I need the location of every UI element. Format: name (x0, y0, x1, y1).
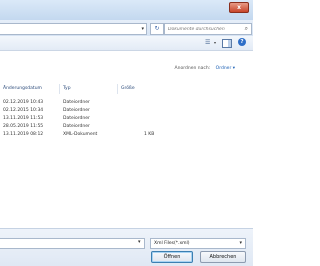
column-divider[interactable] (117, 84, 118, 94)
chevron-down-icon[interactable]: ▾ (141, 26, 144, 32)
toolbar: ☰ ▾ ? (0, 36, 253, 51)
file-date: 02.12.2019 10:43 (3, 100, 44, 105)
column-header-type[interactable]: Typ (63, 84, 71, 94)
file-size: 1 KB (144, 132, 155, 137)
chevron-down-icon[interactable]: ▾ (239, 240, 242, 246)
column-divider[interactable] (59, 84, 60, 94)
file-date: 02.12.2015 10:34 (3, 108, 44, 113)
view-options-icon[interactable]: ☰ (205, 39, 210, 46)
arrange-by: Anordnen nach: Ordner ▾ (175, 66, 235, 71)
file-date: 28.05.2019 11:55 (3, 124, 44, 129)
chevron-down-icon[interactable]: ▾ (138, 239, 141, 245)
cancel-button[interactable]: Abbrechen (200, 251, 246, 263)
file-row[interactable]: 02.12.2019 10:43 Dateiordner (0, 99, 180, 107)
file-row[interactable]: 13.11.2019 11:53 Dateiordner (0, 115, 180, 123)
filename-field[interactable] (0, 238, 145, 249)
column-header-date[interactable]: Änderungsdatum (3, 84, 42, 94)
search-icon[interactable]: ⌕ (245, 25, 248, 33)
file-date: 13.11.2019 11:53 (3, 116, 44, 121)
filetype-select[interactable]: Xml Files(*.xml) ▾ (150, 238, 246, 249)
address-bar[interactable]: ▾ (0, 23, 147, 35)
arrange-label: Anordnen nach: (174, 66, 211, 71)
file-type: Dateiordner (63, 124, 90, 129)
help-icon[interactable]: ? (238, 38, 246, 46)
close-button[interactable]: x (229, 2, 249, 13)
open-button[interactable]: Öffnen (151, 251, 193, 263)
file-type: Dateiordner (63, 116, 90, 121)
search-box[interactable]: ⌕ (164, 23, 252, 35)
file-type: Dateiordner (63, 100, 90, 105)
refresh-icon[interactable]: ↻ (150, 23, 164, 35)
search-input[interactable] (168, 24, 238, 34)
view-dropdown-icon[interactable]: ▾ (214, 40, 216, 45)
file-row[interactable]: 02.12.2015 10:34 Dateiordner (0, 107, 180, 115)
address-row: ▾ ↻ ⌕ (0, 20, 253, 37)
file-row[interactable]: 28.05.2019 11:55 Dateiordner (0, 123, 180, 131)
arrange-dropdown[interactable]: Ordner ▾ (216, 66, 235, 71)
file-date: 13.11.2019 08:12 (3, 132, 44, 137)
file-type: Dateiordner (63, 108, 90, 113)
file-open-dialog: x ▾ ↻ ⌕ ☰ ▾ ? Anordnen nach: Ordner ▾ Än… (0, 0, 253, 266)
file-type: XML-Dokument (63, 132, 98, 137)
filetype-value: Xml Files(*.xml) (154, 241, 190, 246)
dialog-footer: ▾ Xml Files(*.xml) ▾ Öffnen Abbrechen (0, 228, 253, 266)
column-header-size[interactable]: Größe (121, 84, 135, 94)
preview-pane-icon[interactable] (222, 39, 232, 48)
file-row[interactable]: 13.11.2019 08:12 XML-Dokument 1 KB (0, 131, 180, 139)
title-bar: x (0, 0, 253, 21)
